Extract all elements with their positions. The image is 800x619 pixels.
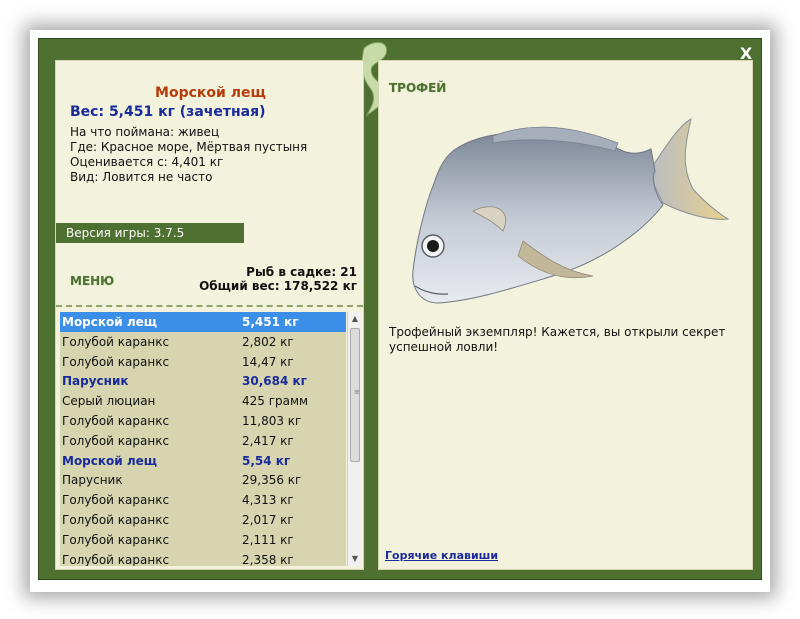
catch-list[interactable]: Морской лещ 5,451 кг Голубой каранкс 2,802 … — [60, 312, 346, 566]
panel-divider — [364, 60, 378, 570]
catch-list-item[interactable]: Парусник 29,356 кг — [60, 470, 346, 490]
scroll-down-arrow-icon[interactable]: ▼ — [348, 552, 362, 566]
catch-list-item[interactable]: Голубой каранкс 2,358 кг — [60, 550, 346, 566]
catch-fish-name: Голубой каранкс — [62, 512, 170, 527]
catch-fish-name: Голубой каранкс — [62, 413, 170, 428]
catch-fish-weight: 2,802 кг — [242, 334, 294, 349]
catch-fish-name: Парусник — [62, 374, 129, 389]
catch-fish-weight: 2,358 кг — [242, 552, 294, 566]
fish-info-panel: Морской лещ Вес: 5,451 кг (зачетная) На … — [55, 60, 364, 570]
catch-fish-weight: 14,47 кг — [242, 354, 294, 369]
catch-list-scrollbar[interactable]: ▲ ≡ ▼ — [347, 312, 362, 566]
fish-count: Рыб в садке: 21 — [246, 265, 357, 279]
catch-fish-name: Морской лещ — [62, 315, 158, 329]
fish-weight: Вес: 5,451 кг (зачетная) — [70, 104, 266, 120]
catch-fish-name: Голубой каранкс — [62, 334, 170, 349]
fish-image — [412, 118, 730, 304]
catch-fish-weight: 425 грамм — [242, 394, 309, 409]
catch-location: Где: Красное море, Мёртвая пустыня — [70, 140, 308, 154]
catch-list-item[interactable]: Голубой каранкс 2,417 кг — [60, 431, 346, 451]
catch-fish-name: Голубой каранкс — [62, 493, 170, 508]
catch-list-item[interactable]: Парусник 30,684 кг — [60, 371, 346, 391]
catch-fish-name: Голубой каранкс — [62, 532, 170, 547]
catch-fish-weight: 29,356 кг — [242, 473, 302, 488]
catch-list-item[interactable]: Морской лещ 5,54 кг — [60, 451, 346, 471]
catch-list-item[interactable]: Голубой каранкс 4,313 кг — [60, 490, 346, 510]
scroll-thumb[interactable]: ≡ — [350, 328, 360, 462]
hotkeys-link[interactable]: Горячие клавиши — [385, 549, 498, 562]
trophy-description: Трофейный экземпляр! Кажется, вы открыли… — [389, 325, 726, 354]
scroll-up-arrow-icon[interactable]: ▲ — [348, 312, 362, 326]
catch-fish-name: Парусник — [62, 473, 123, 488]
catch-fish-name: Голубой каранкс — [62, 354, 170, 369]
catch-fish-name: Морской лещ — [62, 453, 158, 468]
catch-fish-weight: 4,313 кг — [242, 493, 294, 508]
catch-list-item[interactable]: Серый люциан 425 грамм — [60, 391, 346, 411]
catch-fish-weight: 2,417 кг — [242, 433, 294, 448]
caught-on: На что поймана: живец — [70, 125, 220, 139]
catch-list-item[interactable]: Морской лещ 5,451 кг — [60, 312, 346, 332]
menu-button[interactable]: МЕНЮ — [70, 274, 114, 288]
fish-price: Оценивается с: 4,401 кг — [70, 155, 224, 169]
trophy-panel: ТРОФЕЙ Трофейный экземпляр! Кажется, вы … — [378, 60, 753, 570]
catch-fish-name: Голубой каранкс — [62, 433, 170, 448]
catch-list-item[interactable]: Голубой каранкс 2,802 кг — [60, 332, 346, 352]
game-version: Версия игры: 3.7.5 — [56, 223, 244, 243]
catch-list-item[interactable]: Голубой каранкс 2,017 кг — [60, 510, 346, 530]
catch-list-item[interactable]: Голубой каранкс 2,111 кг — [60, 530, 346, 550]
catch-fish-weight: 11,803 кг — [242, 413, 302, 428]
catch-list-item[interactable]: Голубой каранкс 14,47 кг — [60, 352, 346, 372]
catch-fish-name: Серый люциан — [62, 394, 156, 409]
catch-fish-name: Голубой каранкс — [62, 552, 170, 566]
fish-rarity: Вид: Ловится не часто — [70, 170, 213, 184]
cage-stats: Рыб в садке: 21 Общий вес: 178,522 кг — [199, 265, 357, 293]
catch-fish-weight: 2,111 кг — [242, 532, 294, 547]
dashed-divider — [56, 305, 363, 307]
total-weight: Общий вес: 178,522 кг — [199, 279, 357, 293]
catch-fish-weight: 30,684 кг — [242, 374, 307, 389]
catch-list-item[interactable]: Голубой каранкс 11,803 кг — [60, 411, 346, 431]
catch-fish-weight: 5,54 кг — [242, 453, 291, 468]
catch-fish-weight: 2,017 кг — [242, 512, 294, 527]
catch-fish-weight: 5,451 кг — [242, 315, 299, 329]
fish-name: Морской лещ — [155, 85, 266, 101]
